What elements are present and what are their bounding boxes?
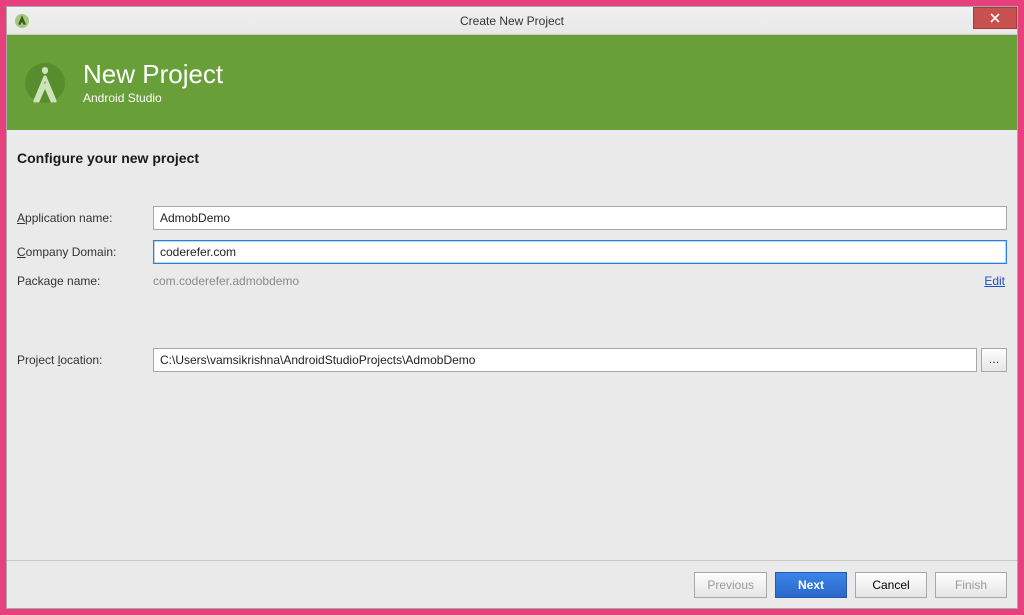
label-company-domain: Company Domain:: [17, 245, 153, 259]
close-icon: [990, 13, 1000, 23]
section-title: Configure your new project: [17, 150, 1007, 166]
next-button[interactable]: Next: [775, 572, 847, 598]
header-titles: New Project Android Studio: [83, 60, 223, 105]
wizard-content: Configure your new project Application n…: [7, 130, 1017, 560]
row-package-name: Package name: com.coderefer.admobdemo Ed…: [17, 274, 1007, 288]
window-title: Create New Project: [460, 14, 564, 28]
label-package-name: Package name:: [17, 274, 153, 288]
wizard-window: Create New Project New Project Android S…: [6, 6, 1018, 609]
cancel-button[interactable]: Cancel: [855, 572, 927, 598]
header-title: New Project: [83, 60, 223, 89]
ellipsis-icon: …: [989, 354, 1000, 366]
project-location-input[interactable]: [153, 348, 977, 372]
package-name-value: com.coderefer.admobdemo: [153, 274, 984, 288]
android-studio-icon: [14, 13, 30, 29]
android-studio-logo-icon: [21, 59, 69, 107]
close-button[interactable]: [973, 7, 1017, 29]
company-domain-input[interactable]: [153, 240, 1007, 264]
wizard-footer: Previous Next Cancel Finish: [7, 560, 1017, 608]
label-application-name: Application name:: [17, 211, 153, 225]
row-company-domain: Company Domain:: [17, 240, 1007, 264]
header-subtitle: Android Studio: [83, 91, 223, 105]
application-name-input[interactable]: [153, 206, 1007, 230]
wizard-header: New Project Android Studio: [7, 35, 1017, 130]
row-application-name: Application name:: [17, 206, 1007, 230]
previous-button: Previous: [694, 572, 767, 598]
titlebar: Create New Project: [7, 7, 1017, 35]
browse-location-button[interactable]: …: [981, 348, 1007, 372]
finish-button: Finish: [935, 572, 1007, 598]
location-input-group: …: [153, 348, 1007, 372]
edit-package-link[interactable]: Edit: [984, 274, 1005, 288]
row-project-location: Project location: …: [17, 348, 1007, 372]
label-project-location: Project location:: [17, 353, 153, 367]
